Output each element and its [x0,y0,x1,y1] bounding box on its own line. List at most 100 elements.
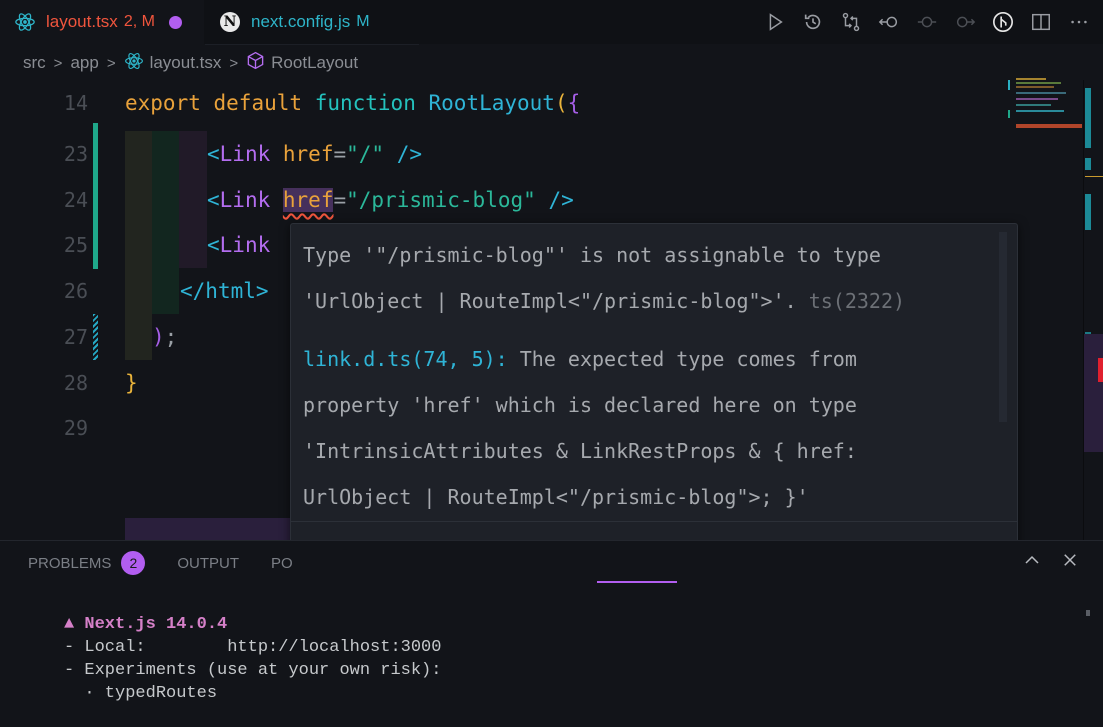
tab-label: layout.tsx [46,12,118,31]
overview-marker [1085,158,1091,170]
line-code: </html> [180,268,269,314]
error-code: ts(2322) [796,289,906,313]
code-token: ( [554,91,568,115]
tab-status: M [356,13,370,30]
line-number: 26 [63,279,88,303]
line-number: 14 [63,91,88,115]
more-actions-icon[interactable] [1065,8,1093,36]
code-token: "/prismic-blog" [346,188,536,212]
hover-line: 'UrlObject | RouteImpl<"/prismic-blog">'… [303,278,993,324]
message-text: 'UrlObject | RouteImpl<"/prismic-blog">'… [303,289,797,313]
breadcrumb-item-symbol[interactable]: RootLayout [271,53,358,73]
line-code: } [125,360,138,406]
minimap-line [1016,110,1064,112]
panel-tab-label: PROBLEMS [28,555,112,572]
code-token: { [567,91,581,115]
editor-scrollbar[interactable] [1083,80,1103,540]
message-text: property 'href' which is declared here o… [303,393,857,417]
tab-status: 2, M [123,13,155,30]
code-line: 14 export default function RootLayout({ [0,80,1000,126]
compare-changes-icon[interactable] [837,8,865,36]
go-back-icon[interactable] [875,8,903,36]
minimap-line [1016,92,1066,94]
close-panel-icon[interactable] [1061,551,1079,573]
minimap-line [1016,104,1051,106]
message-text: Type '"/prismic-blog"' is not assignable… [303,243,881,267]
code-token: Link [219,188,271,212]
code-token: Link [219,142,271,166]
hover-line: Type '"/prismic-blog"' is not assignable… [303,232,993,278]
code-line: 24 <Link href="/prismic-blog" /> [0,177,1000,223]
warning-triangle-icon: ▲ [64,615,75,634]
selection-highlight [125,518,290,540]
timeline-icon[interactable] [799,8,827,36]
code-token: = [333,188,347,212]
git-graph-icon[interactable] [989,8,1017,36]
panel-actions [1023,551,1079,573]
tab-next-config-js[interactable]: N next.config.js M [205,0,419,45]
code-token: href [282,142,334,166]
code-token: RootLayout [428,91,555,115]
line-number: 23 [63,142,88,166]
message-text: UrlObject | RouteImpl<"/prismic-blog">; … [303,485,809,509]
line-code: ); [152,314,177,360]
chevron-right-icon: > [229,54,239,72]
code-token: } [125,371,138,395]
terminal-line: · typedRoutes [64,684,218,703]
line-number: 25 [63,233,88,257]
scrollbar-thumb[interactable] [1084,334,1103,452]
overview-marker [1085,88,1091,148]
minimap[interactable] [1008,74,1083,134]
minimap-line [1016,98,1058,100]
minimap-decoration [1008,80,1010,90]
active-tab-indicator [597,581,677,583]
minimap-decoration [1008,110,1010,118]
code-line: 23 <Link href="/" /> [0,131,1000,177]
code-token: "/" [346,142,385,166]
react-icon [14,11,36,33]
minimap-line [1016,78,1046,80]
code-token: export [125,91,201,115]
maximize-panel-icon[interactable] [1023,551,1041,573]
code-token: href [282,188,334,212]
bottom-panel: PROBLEMS 2 OUTPUT PO ▲ Next.js 14.0.4 - L… [0,540,1103,727]
code-token: </ [180,279,206,303]
code-token: default [213,91,303,115]
run-icon[interactable] [761,8,789,36]
chevron-right-icon: > [106,54,116,72]
commit-icon [913,8,941,36]
line-code: <Link href="/prismic-blog" /> [207,177,574,223]
line-code: <Link [207,222,270,268]
message-text: The expected type comes from [507,347,857,371]
panel-tab-problems[interactable]: PROBLEMS 2 [28,551,146,575]
terminal-output[interactable]: ▲ Next.js 14.0.4 - Local: http://localho… [64,613,441,705]
breadcrumb-item-app[interactable]: app [70,53,98,73]
code-token: ; [164,325,178,349]
code-token: html [205,279,256,303]
code-token: = [333,142,347,166]
breadcrumb-item-file[interactable]: layout.tsx [150,53,222,73]
diagnostic-message: Type '"/prismic-blog"' is not assignable… [303,232,993,520]
hover-line: property 'href' which is declared here o… [303,382,993,428]
panel-tab-output[interactable]: OUTPUT [177,555,239,572]
split-editor-icon[interactable] [1027,8,1055,36]
message-text: 'IntrinsicAttributes & LinkRestProps & {… [303,439,857,463]
breadcrumb-item-src[interactable]: src [23,53,46,73]
related-info-link[interactable]: link.d.ts(74, 5): [303,347,508,371]
overview-error-marker [1098,358,1103,382]
code-token: < [207,142,220,166]
unsaved-indicator-icon[interactable] [168,15,182,29]
panel-tab-ports[interactable]: PO [271,555,293,572]
code-token: function [314,91,416,115]
problems-count-badge: 2 [121,551,146,575]
minimap-line [1016,82,1061,84]
hover-scrollbar[interactable] [999,232,1007,422]
line-number: 28 [63,371,88,395]
tab-layout-tsx[interactable]: layout.tsx 2, M [0,0,204,44]
minimap-error-line [1016,124,1082,128]
tab-label: next.config.js [251,12,351,31]
